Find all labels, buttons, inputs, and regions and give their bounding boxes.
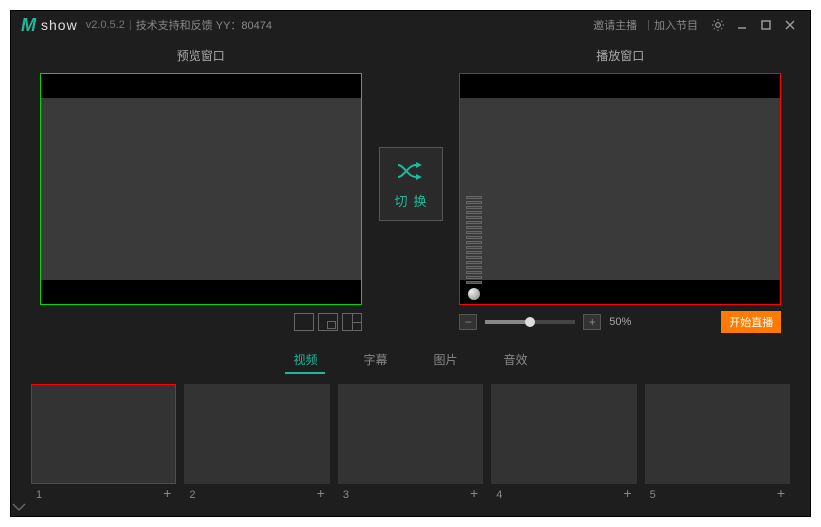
slot-number: 2 (189, 489, 195, 501)
add-icon[interactable]: + (470, 485, 478, 501)
maximize-icon (760, 19, 772, 31)
add-icon[interactable]: + (623, 485, 631, 501)
thumbnail-slot[interactable]: 3 + (338, 384, 483, 484)
letterbox-bottom (41, 280, 361, 304)
add-icon[interactable]: + (317, 485, 325, 501)
maximize-button[interactable] (756, 15, 776, 35)
thumbnail-row: 1 + 2 + 3 + 4 + 5 + (11, 374, 810, 484)
support-link[interactable]: 技术支持和反馈 YY：80474 (136, 17, 272, 33)
volume-up-button[interactable]: + (583, 314, 601, 330)
slot-number: 1 (36, 489, 42, 501)
app-window: M show v2.0.5.2 | 技术支持和反馈 YY：80474 邀请主播 … (10, 10, 811, 517)
close-button[interactable] (780, 15, 800, 35)
switch-area: 切换 (371, 47, 451, 221)
vu-meter[interactable] (466, 192, 482, 300)
preview-controls (40, 311, 362, 333)
slider-thumb[interactable] (525, 317, 535, 327)
playback-title: 播放窗口 (596, 47, 644, 65)
logo-text: show (41, 17, 78, 33)
join-program-link[interactable]: 加入节目 (654, 17, 698, 33)
version-label: v2.0.5.2 (86, 19, 125, 31)
tab-sound[interactable]: 音效 (496, 347, 536, 374)
settings-button[interactable] (708, 15, 728, 35)
app-logo: M show (21, 15, 78, 36)
tab-subtitle[interactable]: 字幕 (355, 347, 395, 374)
thumbnail-slot[interactable]: 1 + (31, 384, 176, 484)
volume-slider[interactable] (485, 320, 575, 324)
invite-host-link[interactable]: 邀请主播 (593, 17, 637, 33)
vu-knob-icon[interactable] (468, 288, 480, 300)
volume-percent: 50% (609, 316, 631, 328)
switch-label: 切换 (388, 191, 432, 210)
preview-window[interactable] (40, 73, 362, 305)
switch-button[interactable]: 切换 (379, 147, 443, 221)
titlebar: M show v2.0.5.2 | 技术支持和反馈 YY：80474 邀请主播 … (11, 11, 810, 39)
close-icon (784, 19, 796, 31)
preview-pane: 预览窗口 (31, 47, 371, 333)
layout-split-button[interactable] (342, 313, 362, 331)
layout-single-button[interactable] (294, 313, 314, 331)
gear-icon (711, 18, 725, 32)
slot-number: 5 (650, 489, 656, 501)
letterbox-top (460, 74, 780, 98)
thumbnail-slot[interactable]: 2 + (184, 384, 329, 484)
thumbnail-slot[interactable]: 4 + (491, 384, 636, 484)
letterbox-bottom (460, 280, 780, 304)
playback-pane: 播放窗口 − + 50% 开始直 (451, 47, 791, 333)
slot-number: 4 (496, 489, 502, 501)
letterbox-top (41, 74, 361, 98)
playback-window[interactable] (459, 73, 781, 305)
volume-down-button[interactable]: − (459, 314, 477, 330)
minimize-icon (736, 19, 748, 31)
add-icon[interactable]: + (777, 485, 785, 501)
expand-button[interactable] (11, 502, 810, 512)
add-icon[interactable]: + (163, 485, 171, 501)
shuffle-icon (396, 159, 426, 183)
media-tabs: 视频 字幕 图片 音效 (11, 347, 810, 374)
slot-number: 3 (343, 489, 349, 501)
preview-title: 预览窗口 (177, 47, 225, 65)
playback-controls: − + 50% 开始直播 (459, 311, 781, 333)
layout-pip-button[interactable] (318, 313, 338, 331)
main-area: 预览窗口 切换 播放窗口 (11, 39, 810, 333)
tab-image[interactable]: 图片 (426, 347, 466, 374)
chevron-down-icon (11, 502, 27, 512)
start-live-button[interactable]: 开始直播 (721, 311, 781, 333)
thumbnail-slot[interactable]: 5 + (645, 384, 790, 484)
minimize-button[interactable] (732, 15, 752, 35)
logo-m-icon: M (21, 15, 36, 36)
tab-video[interactable]: 视频 (285, 347, 325, 374)
